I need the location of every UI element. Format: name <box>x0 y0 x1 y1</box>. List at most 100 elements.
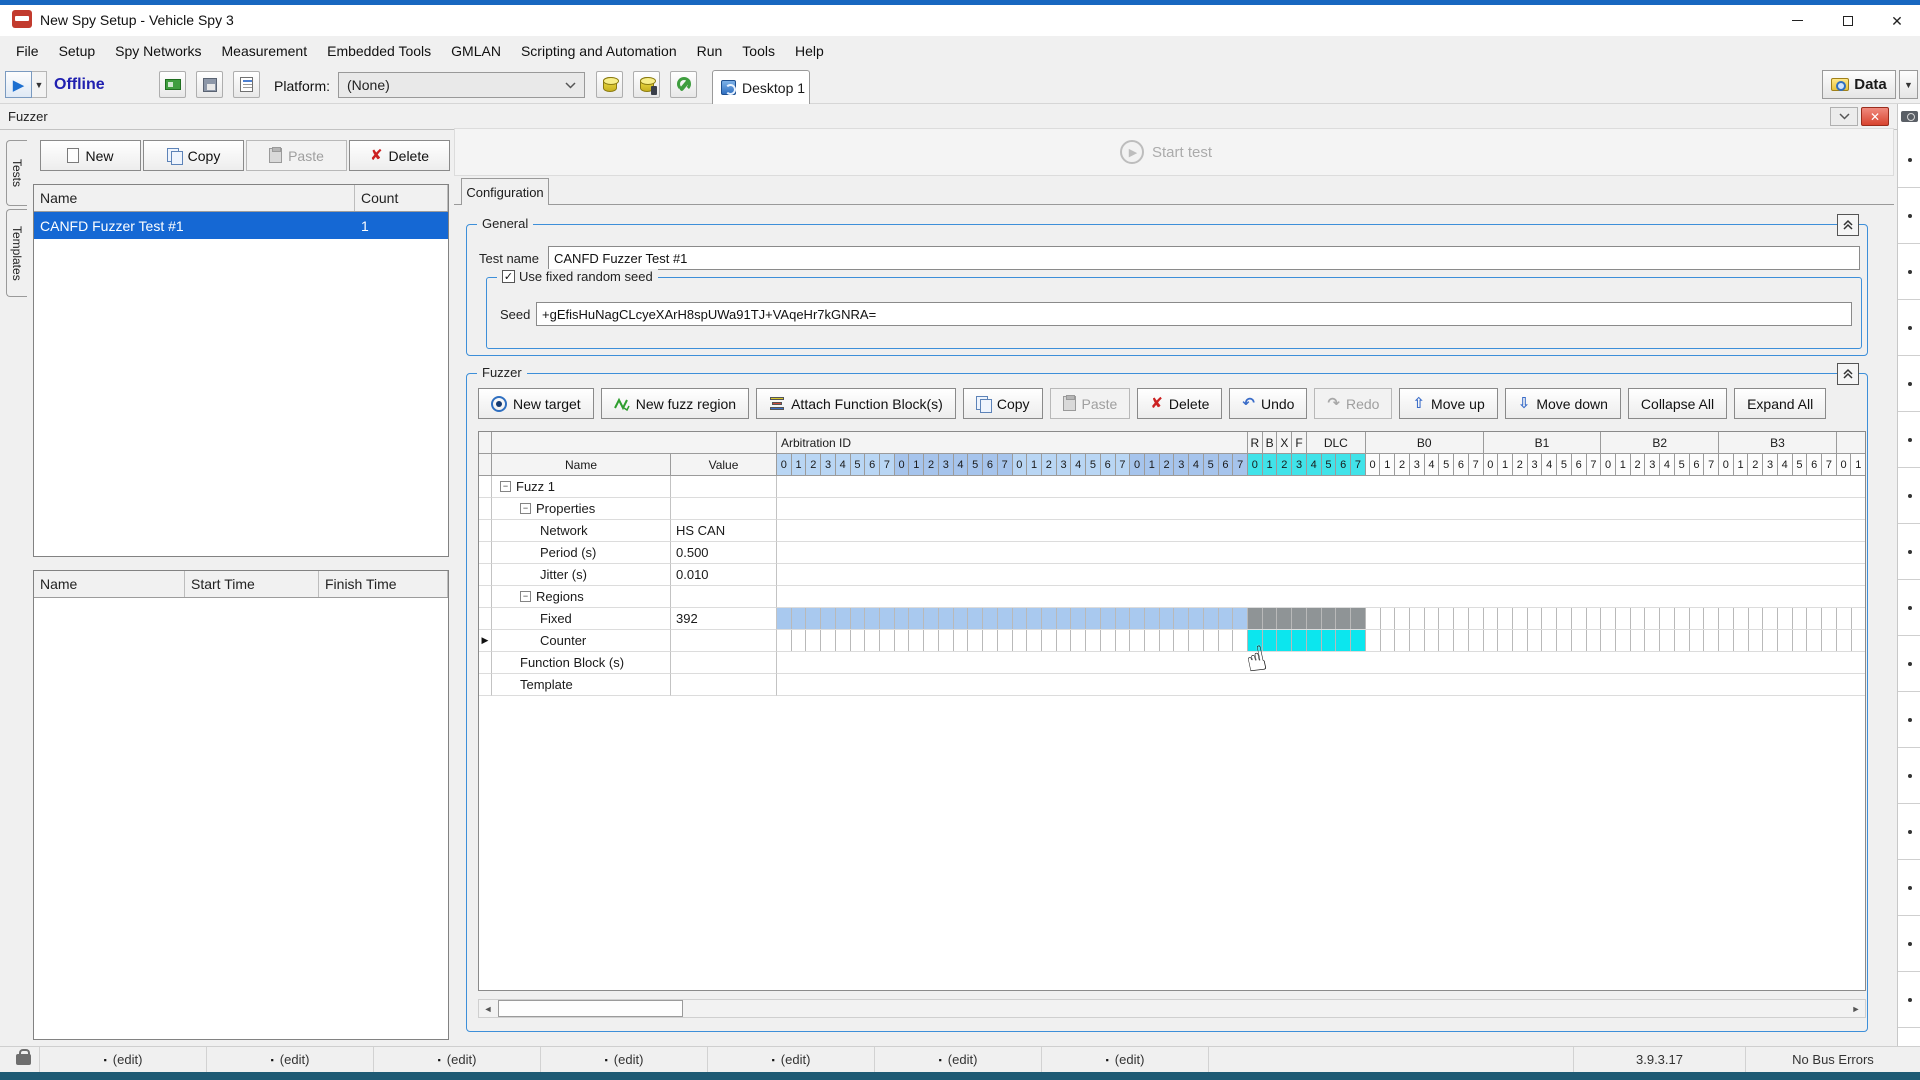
attach-function-block-s--button[interactable]: Attach Function Block(s) <box>756 388 956 419</box>
bit-cell[interactable] <box>1366 608 1381 629</box>
bit-cell[interactable] <box>954 608 969 629</box>
bit-cell[interactable] <box>1513 630 1528 651</box>
bit-cell[interactable] <box>924 608 939 629</box>
start-test-button[interactable]: ▶ Start test <box>1120 136 1260 168</box>
menu-run[interactable]: Run <box>687 38 733 64</box>
bit-cell[interactable] <box>1042 608 1057 629</box>
bit-cell[interactable] <box>1027 630 1042 651</box>
row-value[interactable]: 392 <box>671 608 777 630</box>
dock-strip-item[interactable] <box>1898 188 1920 244</box>
bit-cell[interactable] <box>1425 630 1440 651</box>
grid-row-fuzz-1[interactable]: −Fuzz 1 <box>479 476 1865 498</box>
bit-cell[interactable] <box>1322 608 1337 629</box>
bit-cell[interactable] <box>1042 630 1057 651</box>
row-bit-area[interactable] <box>777 498 1865 520</box>
side-tab-templates[interactable]: Templates <box>6 209 27 297</box>
row-bit-area[interactable] <box>777 608 1865 630</box>
bit-cell[interactable] <box>954 630 969 651</box>
bit-cell[interactable] <box>1013 608 1028 629</box>
scrollbar-thumb[interactable] <box>498 1000 683 1017</box>
bit-cell[interactable] <box>968 608 983 629</box>
row-value[interactable]: HS CAN <box>671 520 777 542</box>
bit-cell[interactable] <box>1660 608 1675 629</box>
collapse-all-button[interactable]: Collapse All <box>1628 388 1727 419</box>
bit-cell[interactable] <box>1410 608 1425 629</box>
bit-cell[interactable] <box>792 608 807 629</box>
bit-cell[interactable] <box>1645 630 1660 651</box>
column-header-name[interactable]: Name <box>34 185 355 211</box>
close-button[interactable]: ✕ <box>1874 5 1920 36</box>
bit-cell[interactable] <box>1013 630 1028 651</box>
run-play-button[interactable]: ▶ <box>5 71 32 98</box>
data-dropdown-button[interactable]: ▼ <box>1899 70 1918 99</box>
bit-cell[interactable] <box>1675 608 1690 629</box>
grid-row-properties[interactable]: −Properties <box>479 498 1865 520</box>
bit-cell[interactable] <box>1616 608 1631 629</box>
bit-cell[interactable] <box>1807 608 1822 629</box>
bit-cell[interactable] <box>1219 630 1234 651</box>
bit-cell[interactable] <box>1410 630 1425 651</box>
column-header-count[interactable]: Count <box>355 185 448 211</box>
bit-cell[interactable] <box>939 608 954 629</box>
bit-cell[interactable] <box>1336 608 1351 629</box>
dock-strip-item[interactable] <box>1898 636 1920 692</box>
dock-strip-item[interactable] <box>1898 860 1920 916</box>
minimize-button[interactable] <box>1774 5 1820 36</box>
bit-cell[interactable] <box>1057 608 1072 629</box>
bit-cell[interactable] <box>1660 630 1675 651</box>
bit-cell[interactable] <box>1484 630 1499 651</box>
bit-cell[interactable] <box>1719 630 1734 651</box>
bit-cell[interactable] <box>1852 630 1866 651</box>
bit-cell[interactable] <box>1071 608 1086 629</box>
row-bit-area[interactable] <box>777 586 1865 608</box>
bit-cell[interactable] <box>1793 608 1808 629</box>
menu-gmlan[interactable]: GMLAN <box>441 38 511 64</box>
bit-cell[interactable] <box>1351 608 1366 629</box>
bit-cell[interactable] <box>1057 630 1072 651</box>
grid-horizontal-scrollbar[interactable]: ◄ ► <box>478 999 1866 1018</box>
bit-cell[interactable] <box>1778 630 1793 651</box>
bit-cell[interactable] <box>1631 630 1646 651</box>
bit-cell[interactable] <box>1616 630 1631 651</box>
menu-spy-networks[interactable]: Spy Networks <box>105 38 211 64</box>
new-button[interactable]: New <box>40 140 141 171</box>
bit-cell[interactable] <box>998 608 1013 629</box>
run-mode-dropdown[interactable]: ▼ <box>32 71 47 98</box>
grid-row-counter[interactable]: ▶Counter <box>479 630 1865 652</box>
bit-cell[interactable] <box>1189 608 1204 629</box>
maximize-button[interactable] <box>1825 5 1871 36</box>
bit-cell[interactable] <box>1277 630 1292 651</box>
bit-cell[interactable] <box>1601 630 1616 651</box>
bit-cell[interactable] <box>1204 630 1219 651</box>
row-value[interactable] <box>671 586 777 608</box>
bit-cell[interactable] <box>909 608 924 629</box>
menu-measurement[interactable]: Measurement <box>212 38 318 64</box>
collapse-general-button[interactable] <box>1837 214 1859 236</box>
row-bit-area[interactable] <box>777 674 1865 696</box>
seed-input[interactable]: +gEfisHuNagCLcyeXArH8spUWa91TJ+VAqeHr7kG… <box>536 302 1852 326</box>
bit-cell[interactable] <box>1381 630 1396 651</box>
bit-cell[interactable] <box>1381 608 1396 629</box>
bit-cell[interactable] <box>1454 630 1469 651</box>
bit-cell[interactable] <box>1690 608 1705 629</box>
bit-cell[interactable] <box>909 630 924 651</box>
bit-cell[interactable] <box>1837 630 1852 651</box>
bit-cell[interactable] <box>1645 608 1660 629</box>
bit-cell[interactable] <box>865 630 880 651</box>
status-edit-segment[interactable]: ▪(edit) <box>374 1047 541 1072</box>
bit-cell[interactable] <box>1307 608 1322 629</box>
dock-strip-item[interactable] <box>1898 356 1920 412</box>
bit-cell[interactable] <box>1145 630 1160 651</box>
bit-cell[interactable] <box>1101 608 1116 629</box>
bit-cell[interactable] <box>1027 608 1042 629</box>
bit-cell[interactable] <box>1778 608 1793 629</box>
dock-strip-item[interactable] <box>1898 804 1920 860</box>
row-bit-area[interactable] <box>777 630 1865 652</box>
row-value[interactable]: 0.500 <box>671 542 777 564</box>
menu-embedded-tools[interactable]: Embedded Tools <box>317 38 441 64</box>
bit-cell[interactable] <box>1263 630 1278 651</box>
save-button[interactable] <box>196 71 223 98</box>
collapse-expander-icon[interactable]: − <box>520 503 531 514</box>
bit-cell[interactable] <box>1557 630 1572 651</box>
bit-cell[interactable] <box>1719 608 1734 629</box>
